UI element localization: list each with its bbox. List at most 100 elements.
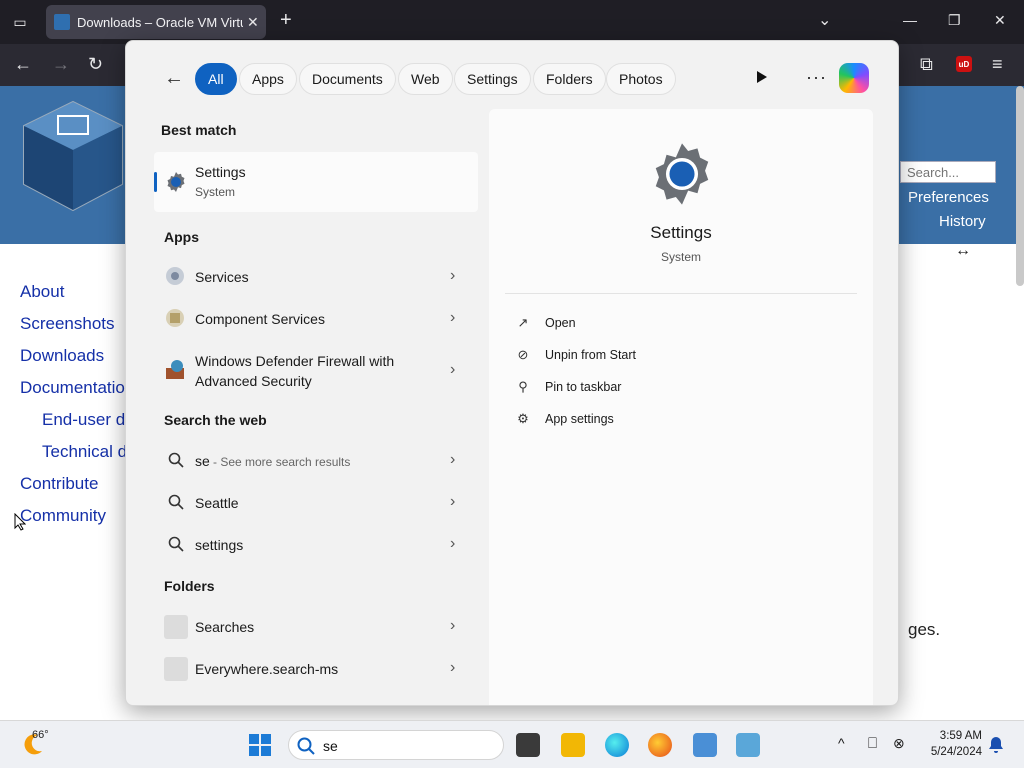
- folders-heading: Folders: [164, 578, 215, 594]
- sidebar-link-end-user-docs[interactable]: End-user d: [42, 410, 125, 430]
- best-match-type: System: [195, 185, 236, 199]
- filter-all[interactable]: All: [195, 63, 237, 95]
- task-view-icon[interactable]: [516, 733, 540, 757]
- action-pin-to-taskbar[interactable]: ⚲ Pin to taskbar: [515, 376, 621, 398]
- detail-pane: Settings System ↗ Open ⊘ Unpin from Star…: [489, 109, 873, 705]
- chevron-right-icon: ›: [450, 617, 456, 634]
- best-match-settings[interactable]: Settings System: [154, 152, 478, 212]
- detail-app-type: System: [660, 250, 701, 264]
- chevron-right-icon: ›: [450, 309, 456, 326]
- chevron-right-icon: ›: [450, 535, 456, 552]
- preferences-link[interactable]: Preferences: [908, 189, 989, 206]
- sidebar-link-community[interactable]: Community: [20, 506, 106, 526]
- extensions-icon[interactable]: ⧉: [920, 54, 933, 74]
- tab-title: Downloads – Oracle VM VirtualBox: [77, 14, 243, 30]
- open-external-icon: ↗: [517, 315, 529, 330]
- action-label: App settings: [545, 412, 614, 426]
- search-web-heading: Search the web: [164, 412, 267, 428]
- search-icon: [297, 737, 315, 755]
- tab-close-icon[interactable]: ✕: [247, 14, 259, 31]
- more-options-icon[interactable]: ···: [806, 67, 827, 88]
- virtualbox-favicon-icon: [54, 14, 70, 30]
- filter-apps[interactable]: Apps: [239, 63, 297, 95]
- pin-icon: ⚲: [518, 379, 528, 394]
- restore-button[interactable]: ❐: [948, 12, 961, 29]
- search-text: se: [323, 738, 338, 754]
- filter-folders[interactable]: Folders: [533, 63, 606, 95]
- page-scrollbar[interactable]: [1016, 86, 1024, 286]
- list-all-tabs-button[interactable]: ▭: [8, 10, 32, 34]
- app-name: Services: [195, 269, 249, 285]
- resize-arrow-icon: ↔: [955, 242, 971, 259]
- page-body-text: ges.: [908, 620, 941, 639]
- network-icon[interactable]: ⎕: [868, 735, 877, 752]
- file-explorer-icon[interactable]: [561, 733, 585, 757]
- ublock-origin-icon[interactable]: uD: [956, 56, 972, 72]
- web-term: Seattle: [195, 495, 239, 511]
- reload-button[interactable]: ↻: [88, 54, 103, 74]
- folder-name: Everywhere.search-ms: [195, 661, 339, 677]
- wiki-search-input[interactable]: [900, 161, 996, 183]
- clock-date[interactable]: 5/24/2024: [918, 746, 982, 758]
- action-label: Open: [545, 316, 576, 330]
- firewall-icon: [166, 360, 184, 379]
- search-icon: [168, 452, 184, 468]
- chevron-right-icon: ›: [450, 361, 456, 378]
- back-button[interactable]: ←: [14, 54, 32, 74]
- windows-start-icon[interactable]: [249, 734, 271, 756]
- sidebar-link-screenshots[interactable]: Screenshots: [20, 314, 115, 334]
- volume-mute-icon[interactable]: ⊗: [893, 735, 905, 752]
- chevron-right-icon: ›: [450, 659, 456, 676]
- selection-indicator: [154, 172, 157, 192]
- sidebar-link-documentation[interactable]: Documentation: [20, 378, 134, 398]
- taskbar-search-input[interactable]: se: [288, 730, 504, 760]
- component-services-icon: [166, 309, 184, 327]
- services-gear-icon: [166, 267, 184, 285]
- folder-icon: [164, 615, 188, 639]
- chevron-right-icon: ›: [450, 451, 456, 468]
- filter-settings[interactable]: Settings: [454, 63, 531, 95]
- action-unpin-from-start[interactable]: ⊘ Unpin from Start: [515, 344, 636, 366]
- action-label: Unpin from Start: [545, 348, 637, 362]
- new-tab-button[interactable]: +: [280, 10, 292, 30]
- notification-bell-icon[interactable]: [988, 736, 1004, 754]
- taskbar: 66° se ^ ⎕ ⊗ 3:59 AM 5/24/2024: [0, 720, 1024, 768]
- filter-documents[interactable]: Documents: [299, 63, 396, 95]
- best-match-name: Settings: [195, 164, 246, 180]
- virtualbox-logo: [23, 100, 123, 212]
- folder-name: Searches: [195, 619, 255, 635]
- search-icon: [168, 536, 184, 552]
- clock-time[interactable]: 3:59 AM: [924, 730, 982, 742]
- menu-icon[interactable]: ≡: [992, 54, 1003, 74]
- action-open[interactable]: ↗ Open: [515, 312, 576, 334]
- chevron-right-icon: ›: [450, 493, 456, 510]
- control-panel-icon[interactable]: [693, 733, 717, 757]
- firefox-icon[interactable]: [648, 733, 672, 757]
- search-back-button[interactable]: ←: [164, 67, 184, 90]
- settings-gear-icon: [167, 172, 185, 192]
- play-icon[interactable]: [757, 71, 767, 83]
- history-link[interactable]: History: [939, 213, 986, 230]
- copilot-icon[interactable]: [839, 63, 869, 93]
- filter-web[interactable]: Web: [398, 63, 453, 95]
- browser-tab-downloads[interactable]: Downloads – Oracle VM VirtualBox ✕: [46, 5, 266, 39]
- sidebar-link-about[interactable]: About: [20, 282, 64, 302]
- close-window-button[interactable]: ✕: [994, 12, 1006, 29]
- weather-temperature: 66°: [32, 729, 49, 741]
- minimize-button[interactable]: —: [903, 12, 917, 28]
- sidebar-link-technical-docs[interactable]: Technical d: [42, 442, 127, 462]
- detail-divider: [505, 293, 857, 294]
- forward-button[interactable]: →: [52, 54, 70, 74]
- filter-photos[interactable]: Photos: [606, 63, 676, 95]
- settings-large-gear-icon: [655, 143, 709, 205]
- network-app-icon[interactable]: [736, 733, 760, 757]
- sidebar-link-downloads[interactable]: Downloads: [20, 346, 104, 366]
- action-app-settings[interactable]: ⚙ App settings: [515, 408, 614, 430]
- search-icon: [168, 494, 184, 510]
- folder-icon: [164, 657, 188, 681]
- sidebar-link-contribute[interactable]: Contribute: [20, 474, 98, 494]
- tab-overflow-chevron-icon[interactable]: ⌄: [818, 10, 831, 30]
- edge-icon[interactable]: [605, 733, 629, 757]
- app-name-line1: Windows Defender Firewall with: [195, 353, 395, 369]
- show-hidden-icons-chevron[interactable]: ^: [838, 735, 845, 751]
